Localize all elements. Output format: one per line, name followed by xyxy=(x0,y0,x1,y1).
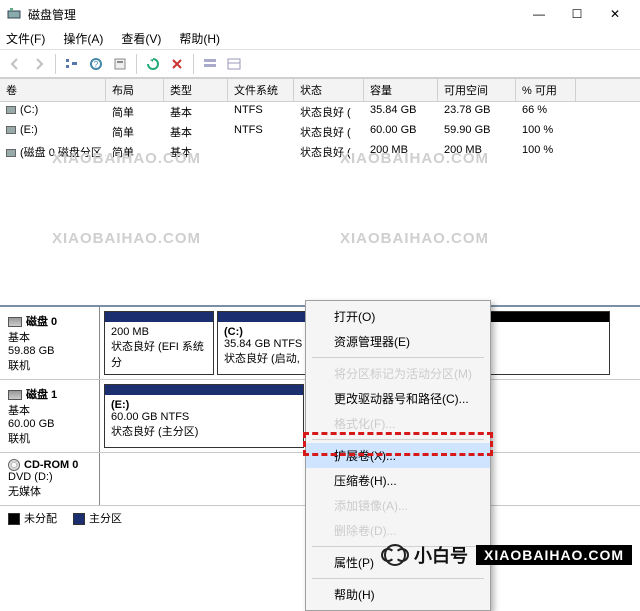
legend-unallocated: 未分配 xyxy=(24,513,57,525)
list-view-button[interactable] xyxy=(199,53,221,75)
title-bar: 磁盘管理 — ☐ ✕ xyxy=(0,0,640,28)
ctx-delete-volume: 删除卷(D)... xyxy=(306,518,490,543)
refresh-button[interactable] xyxy=(142,53,164,75)
brand-text: 小白号 xyxy=(414,542,468,568)
grid-blank-area xyxy=(0,162,640,307)
volume-row[interactable]: (C:)简单基本NTFS状态良好 (35.84 GB23.78 GB66 % xyxy=(0,102,640,122)
col-status[interactable]: 状态 xyxy=(294,79,364,101)
menu-action[interactable]: 操作(A) xyxy=(61,28,105,49)
branding: 小白号 XIAOBAIHAO.COM xyxy=(384,542,632,568)
legend-swatch-unallocated xyxy=(8,513,20,525)
delete-button[interactable] xyxy=(166,53,188,75)
help-button[interactable]: ? xyxy=(85,53,107,75)
back-button[interactable] xyxy=(4,53,26,75)
col-type[interactable]: 类型 xyxy=(164,79,228,101)
brand-icon xyxy=(384,544,406,566)
menu-bar: 文件(F) 操作(A) 查看(V) 帮助(H) xyxy=(0,28,640,50)
ctx-extend-volume[interactable]: 扩展卷(X)... xyxy=(306,443,490,468)
col-fs[interactable]: 文件系统 xyxy=(228,79,294,101)
col-capacity[interactable]: 容量 xyxy=(364,79,438,101)
ctx-help[interactable]: 帮助(H) xyxy=(306,582,490,607)
toolbar: ? xyxy=(0,50,640,78)
ctx-explorer[interactable]: 资源管理器(E) xyxy=(306,329,490,354)
legend-primary: 主分区 xyxy=(89,513,122,525)
disk-info[interactable]: 磁盘 0 基本59.88 GB联机 xyxy=(0,307,100,379)
maximize-button[interactable]: ☐ xyxy=(558,1,596,27)
svg-text:?: ? xyxy=(94,60,99,69)
ctx-open[interactable]: 打开(O) xyxy=(306,304,490,329)
grid-header: 卷 布局 类型 文件系统 状态 容量 可用空间 % 可用 xyxy=(0,78,640,102)
minimize-button[interactable]: — xyxy=(520,1,558,27)
window-title: 磁盘管理 xyxy=(28,6,76,23)
menu-file[interactable]: 文件(F) xyxy=(4,28,47,49)
ctx-change-letter[interactable]: 更改驱动器号和路径(C)... xyxy=(306,386,490,411)
ctx-mark-active: 将分区标记为活动分区(M) xyxy=(306,361,490,386)
col-layout[interactable]: 布局 xyxy=(106,79,164,101)
disk-info[interactable]: 磁盘 1 基本60.00 GB联机 xyxy=(0,380,100,452)
app-icon xyxy=(6,6,22,22)
legend-swatch-primary xyxy=(73,513,85,525)
volume-box[interactable]: (E:)60.00 GB NTFS状态良好 (主分区) xyxy=(104,384,304,448)
brand-badge: XIAOBAIHAO.COM xyxy=(476,545,632,565)
col-percent[interactable]: % 可用 xyxy=(516,79,576,101)
col-volume[interactable]: 卷 xyxy=(0,79,106,101)
volume-row[interactable]: (E:)简单基本NTFS状态良好 (60.00 GB59.90 GB100 % xyxy=(0,122,640,142)
menu-help[interactable]: 帮助(H) xyxy=(177,28,222,49)
ctx-format: 格式化(F)... xyxy=(306,411,490,436)
ctx-shrink-volume[interactable]: 压缩卷(H)... xyxy=(306,468,490,493)
ctx-add-mirror: 添加镜像(A)... xyxy=(306,493,490,518)
props-button[interactable] xyxy=(109,53,131,75)
tree-button[interactable] xyxy=(61,53,83,75)
disk-info[interactable]: CD-ROM 0 DVD (D:)无媒体 xyxy=(0,453,100,505)
detail-view-button[interactable] xyxy=(223,53,245,75)
menu-view[interactable]: 查看(V) xyxy=(119,28,163,49)
col-free[interactable]: 可用空间 xyxy=(438,79,516,101)
close-button[interactable]: ✕ xyxy=(596,1,634,27)
volume-grid: 卷 布局 类型 文件系统 状态 容量 可用空间 % 可用 (C:)简单基本NTF… xyxy=(0,78,640,162)
forward-button[interactable] xyxy=(28,53,50,75)
volume-box[interactable]: 200 MB状态良好 (EFI 系统分 xyxy=(104,311,214,375)
volume-row[interactable]: (磁盘 0 磁盘分区 1)简单基本状态良好 (200 MB200 MB100 % xyxy=(0,142,640,162)
